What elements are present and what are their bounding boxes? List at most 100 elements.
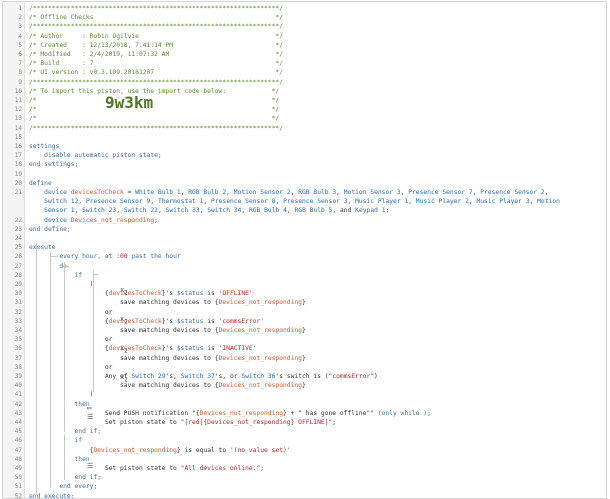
code-token: /* */ bbox=[29, 106, 280, 114]
code-text: end if; bbox=[29, 473, 101, 482]
code-token: " bbox=[370, 409, 378, 417]
line-number: 11 bbox=[14, 97, 22, 104]
code-token: { bbox=[29, 290, 109, 298]
code-text: save matching devices to {Devices_not_re… bbox=[29, 381, 306, 390]
code-text: /* UI version : v0.3.109.20181207 */ bbox=[29, 68, 283, 77]
line-number: 40 bbox=[14, 382, 22, 390]
code-text: or bbox=[29, 308, 113, 317]
code-token: RGB Bulb 2 bbox=[188, 189, 227, 196]
indent-guide bbox=[64, 262, 65, 432]
code-token: save matching devices to { bbox=[29, 299, 219, 307]
code-token: Send PUSH notification " bbox=[29, 409, 196, 417]
code-token: (only while ) bbox=[377, 409, 428, 417]
code-token: , bbox=[347, 198, 356, 206]
code-token: Switch 37 bbox=[180, 373, 215, 380]
code-token: Motion bbox=[537, 198, 560, 206]
code-token: or bbox=[29, 363, 113, 371]
line-number: 37 bbox=[14, 354, 22, 362]
code-text: Set piston state to "[red|{Devices_not_r… bbox=[29, 418, 336, 427]
line-number: 15 bbox=[14, 133, 22, 141]
code-token: 'commsError' bbox=[218, 317, 265, 325]
code-token: Keypad 1 bbox=[355, 207, 386, 215]
code-token: [red|{Devices_not_responding} OFFLINE] bbox=[184, 419, 329, 426]
line-number: 32 bbox=[14, 308, 22, 316]
save-icon: x2 bbox=[120, 286, 128, 297]
code-text: /* */ bbox=[29, 114, 279, 123]
code-line: 15 bbox=[3, 133, 603, 142]
code-line: 17 disable automatic piston state; bbox=[3, 151, 603, 160]
line-number: 30 bbox=[14, 290, 22, 298]
code-token: Presence Sensor 9 bbox=[85, 198, 151, 206]
line-number: 43 bbox=[14, 409, 22, 417]
code-line: 21 device devicesToCheck = White Bulb 1,… bbox=[3, 188, 603, 197]
code-line: 3 /**************************************… bbox=[3, 22, 603, 31]
code-token: , bbox=[150, 198, 158, 206]
code-token: Switch 36 bbox=[241, 373, 276, 380]
code-token: 's, bbox=[165, 373, 181, 380]
code-token: , bbox=[408, 198, 416, 206]
code-token: , bbox=[336, 189, 344, 196]
line-number: 45 bbox=[14, 428, 22, 436]
code-token: RGB Bulb 4 bbox=[248, 207, 287, 215]
code-token: is bbox=[203, 345, 219, 353]
code-text: then bbox=[29, 400, 89, 409]
code-text: define bbox=[29, 179, 52, 188]
code-token: Devices_not_responding bbox=[218, 382, 302, 390]
code-token: ( bbox=[29, 281, 94, 288]
code-line: 47 {Devices_not_responding} is equal to … bbox=[3, 446, 603, 455]
code-text: end settings; bbox=[29, 160, 78, 169]
code-token: /* */ bbox=[29, 115, 280, 123]
import-code: 9w3km bbox=[105, 93, 154, 112]
code-token: Devices_not_responding bbox=[218, 327, 302, 334]
code-token: ; bbox=[385, 207, 390, 215]
code-token: or bbox=[29, 308, 113, 316]
line-number: 50 bbox=[14, 474, 22, 482]
line-number: 16 bbox=[14, 143, 22, 150]
indent-guide bbox=[93, 274, 98, 275]
code-token: /* Created : 12/13/2018, 7:41:14 PM */ bbox=[29, 41, 284, 49]
code-token: /* Modified : 2/4/2019, 11:07:32 AM */ bbox=[29, 51, 284, 58]
warning-icon[interactable]: ⚡ bbox=[16, 242, 20, 250]
code-token: '(no value set)' bbox=[229, 446, 291, 454]
code-token: }'s bbox=[161, 345, 177, 353]
code-token: } bbox=[301, 327, 306, 334]
code-text: /* Offline Checks */ bbox=[29, 13, 283, 22]
code-line: 22 device Devices_not_responding; bbox=[3, 216, 603, 225]
code-token: device bbox=[29, 189, 71, 196]
code-text: save matching devices to {Devices_not_re… bbox=[29, 298, 306, 307]
code-line: 12 /* */ bbox=[3, 105, 603, 114]
code-text: /***************************************… bbox=[29, 4, 283, 13]
code-text: /* Modified : 2/4/2019, 11:07:32 AM */ bbox=[29, 50, 283, 59]
code-line: 51 end every; bbox=[3, 482, 603, 491]
line-number: 17 bbox=[14, 152, 22, 160]
line-number: 42 bbox=[14, 400, 22, 408]
code-token: , bbox=[78, 198, 86, 206]
indent-guide bbox=[36, 243, 37, 495]
code-text: /***************************************… bbox=[29, 124, 283, 133]
code-token: } bbox=[301, 354, 306, 362]
code-token: do bbox=[29, 262, 67, 270]
line-number: 51 bbox=[14, 483, 22, 491]
code-text: settings bbox=[29, 142, 59, 151]
code-line: 7 /* Build : 7 */ bbox=[3, 59, 603, 68]
code-token: Devices_not_responding bbox=[199, 409, 284, 417]
code-token: define bbox=[29, 179, 52, 187]
code-line: 46 if bbox=[3, 436, 603, 445]
code-line: 50 end if; bbox=[3, 473, 603, 482]
code-token: :00 bbox=[116, 253, 128, 261]
line-number: 35 bbox=[14, 336, 22, 344]
code-token: } + " has gone offline" bbox=[283, 409, 371, 417]
code-text: /***************************************… bbox=[29, 78, 283, 87]
indent-guide bbox=[50, 256, 58, 257]
line-number: 26 bbox=[14, 253, 22, 261]
code-token: "; bbox=[328, 419, 337, 426]
code-line: 13 /* */ bbox=[3, 114, 603, 123]
indent-guide bbox=[64, 434, 65, 480]
code-token: end if; bbox=[29, 474, 102, 482]
line-number: 49 bbox=[14, 465, 22, 472]
line-number: 39 bbox=[14, 373, 22, 380]
line-number: 44 bbox=[14, 419, 22, 426]
code-token: ) bbox=[374, 373, 378, 380]
code-text: /* Author : Robin Ogilvie */ bbox=[29, 32, 283, 41]
code-token: is bbox=[203, 317, 219, 325]
